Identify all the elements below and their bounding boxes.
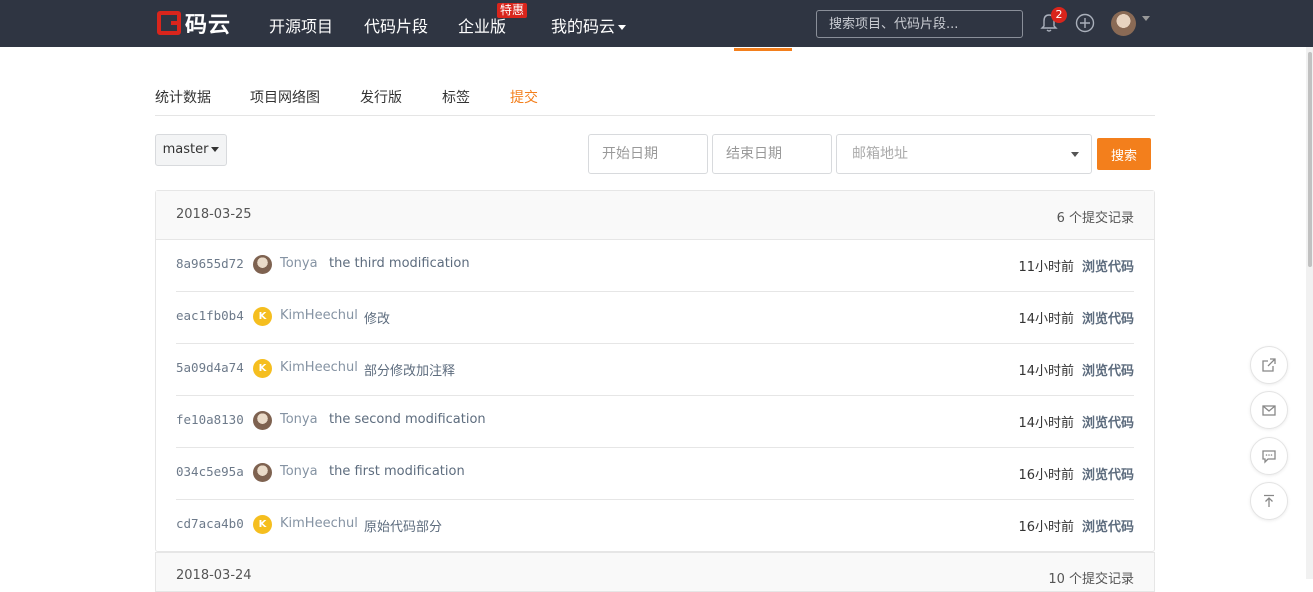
commit-sha[interactable]: fe10a8130 <box>176 412 244 427</box>
commit-author[interactable]: Tonya <box>280 464 318 479</box>
tab-network-graph[interactable]: 项目网络图 <box>250 87 320 107</box>
commit-message[interactable]: 部分修改加注释 <box>364 360 455 379</box>
commit-row: 5a09d4a74 K KimHeechul 部分修改加注释 14小时前 浏览代… <box>176 344 1134 396</box>
scrollbar-thumb[interactable] <box>1308 52 1312 267</box>
commit-time: 14小时前 <box>1018 364 1074 379</box>
commit-group-date: 2018-03-25 <box>176 207 252 222</box>
start-date-input[interactable] <box>588 134 708 174</box>
nav-my-gitee[interactable]: 我的码云 <box>551 13 627 37</box>
commit-author[interactable]: KimHeechul <box>280 516 358 531</box>
commit-row: eac1fb0b4 K KimHeechul 修改 14小时前 浏览代码 <box>176 292 1134 344</box>
author-avatar[interactable]: K <box>253 359 272 378</box>
email-placeholder: 邮箱地址 <box>852 146 908 162</box>
commit-message[interactable]: the first modification <box>329 464 465 479</box>
commit-sha[interactable]: 8a9655d72 <box>176 256 244 271</box>
commit-time: 11小时前 <box>1018 260 1074 275</box>
commit-row: 034c5e95a Tonya the first modification 1… <box>176 448 1134 500</box>
commit-message[interactable]: the second modification <box>329 412 486 427</box>
commit-sha[interactable]: eac1fb0b4 <box>176 308 244 323</box>
nav-open-source[interactable]: 开源项目 <box>269 13 333 37</box>
chevron-down-icon <box>211 147 220 152</box>
commit-time: 16小时前 <box>1018 520 1074 535</box>
author-avatar[interactable]: K <box>253 307 272 326</box>
chevron-down-icon <box>1071 152 1079 157</box>
commit-group-header: 2018-03-25 6 个提交记录 <box>156 191 1154 240</box>
commit-group-date: 2018-03-24 <box>176 568 252 583</box>
commit-time: 16小时前 <box>1018 468 1074 483</box>
enterprise-promo-badge: 特惠 <box>497 3 528 18</box>
browse-code-link[interactable]: 浏览代码 <box>1082 412 1134 431</box>
commit-row: fe10a8130 Tonya the second modification … <box>176 396 1134 448</box>
author-avatar[interactable] <box>253 255 272 274</box>
commit-author[interactable]: KimHeechul <box>280 360 358 375</box>
browse-code-link[interactable]: 浏览代码 <box>1082 308 1134 327</box>
commit-author[interactable]: Tonya <box>280 256 318 271</box>
tab-statistics[interactable]: 统计数据 <box>155 87 211 107</box>
mail-button[interactable] <box>1250 391 1288 429</box>
commit-group-header: 2018-03-24 10 个提交记录 <box>155 552 1155 592</box>
author-avatar[interactable] <box>253 411 272 430</box>
add-icon[interactable] <box>1075 13 1095 33</box>
notification-count-badge: 2 <box>1051 7 1067 23</box>
branch-label: master <box>162 142 209 157</box>
branch-select[interactable]: master <box>155 134 227 166</box>
user-avatar[interactable] <box>1111 11 1136 36</box>
commit-sha[interactable]: 034c5e95a <box>176 464 244 479</box>
commit-time: 14小时前 <box>1018 416 1074 431</box>
commit-author[interactable]: Tonya <box>280 412 318 427</box>
author-avatar[interactable] <box>253 463 272 482</box>
author-avatar[interactable]: K <box>253 515 272 534</box>
commit-message[interactable]: 原始代码部分 <box>364 516 442 535</box>
commit-time: 14小时前 <box>1018 312 1074 327</box>
commit-message[interactable]: the third modification <box>329 256 470 271</box>
back-to-top-icon <box>1264 494 1274 507</box>
user-menu-chevron-icon[interactable] <box>1142 16 1150 21</box>
commit-row: 8a9655d72 Tonya the third modification 1… <box>176 240 1134 292</box>
commit-author[interactable]: KimHeechul <box>280 308 358 323</box>
commit-group: 2018-03-25 6 个提交记录 8a9655d72 Tonya the t… <box>155 190 1155 552</box>
comment-icon <box>1262 450 1276 464</box>
commit-row: cd7aca4b0 K KimHeechul 原始代码部分 16小时前 浏览代码 <box>176 500 1134 552</box>
chevron-down-icon <box>618 25 627 30</box>
tab-releases[interactable]: 发行版 <box>360 87 402 107</box>
commit-sha[interactable]: cd7aca4b0 <box>176 516 244 531</box>
project-subnav: 统计数据 项目网络图 发行版 标签 提交 <box>155 87 1155 116</box>
commit-group-count: 10 个提交记录 <box>1048 572 1134 587</box>
search-button[interactable]: 搜索 <box>1097 138 1151 170</box>
end-date-input[interactable] <box>712 134 832 174</box>
comment-button[interactable] <box>1250 437 1288 475</box>
tab-tags[interactable]: 标签 <box>442 87 470 107</box>
back-to-top-button[interactable] <box>1250 482 1288 520</box>
browse-code-link[interactable]: 浏览代码 <box>1082 516 1134 535</box>
logo[interactable]: 码云 <box>157 10 232 38</box>
email-select[interactable]: 邮箱地址 <box>836 134 1092 174</box>
nav-active-indicator <box>734 48 792 51</box>
browse-code-link[interactable]: 浏览代码 <box>1082 256 1134 275</box>
nav-code-snippets[interactable]: 代码片段 <box>364 13 428 37</box>
share-button[interactable] <box>1250 346 1288 384</box>
share-icon <box>1262 358 1276 372</box>
commit-sha[interactable]: 5a09d4a74 <box>176 360 244 375</box>
logo-text: 码云 <box>185 13 232 38</box>
browse-code-link[interactable]: 浏览代码 <box>1082 360 1134 379</box>
mail-icon <box>1262 405 1276 416</box>
top-navbar: 码云 开源项目 代码片段 企业版 特惠 我的码云 2 <box>0 0 1313 47</box>
commit-group-count: 6 个提交记录 <box>1056 211 1134 226</box>
nav-my-gitee-label: 我的码云 <box>551 17 616 36</box>
browse-code-link[interactable]: 浏览代码 <box>1082 464 1134 483</box>
commit-message[interactable]: 修改 <box>364 308 390 327</box>
global-search-input[interactable] <box>816 10 1023 38</box>
tab-commits[interactable]: 提交 <box>510 87 538 107</box>
logo-mark-icon <box>157 11 181 35</box>
